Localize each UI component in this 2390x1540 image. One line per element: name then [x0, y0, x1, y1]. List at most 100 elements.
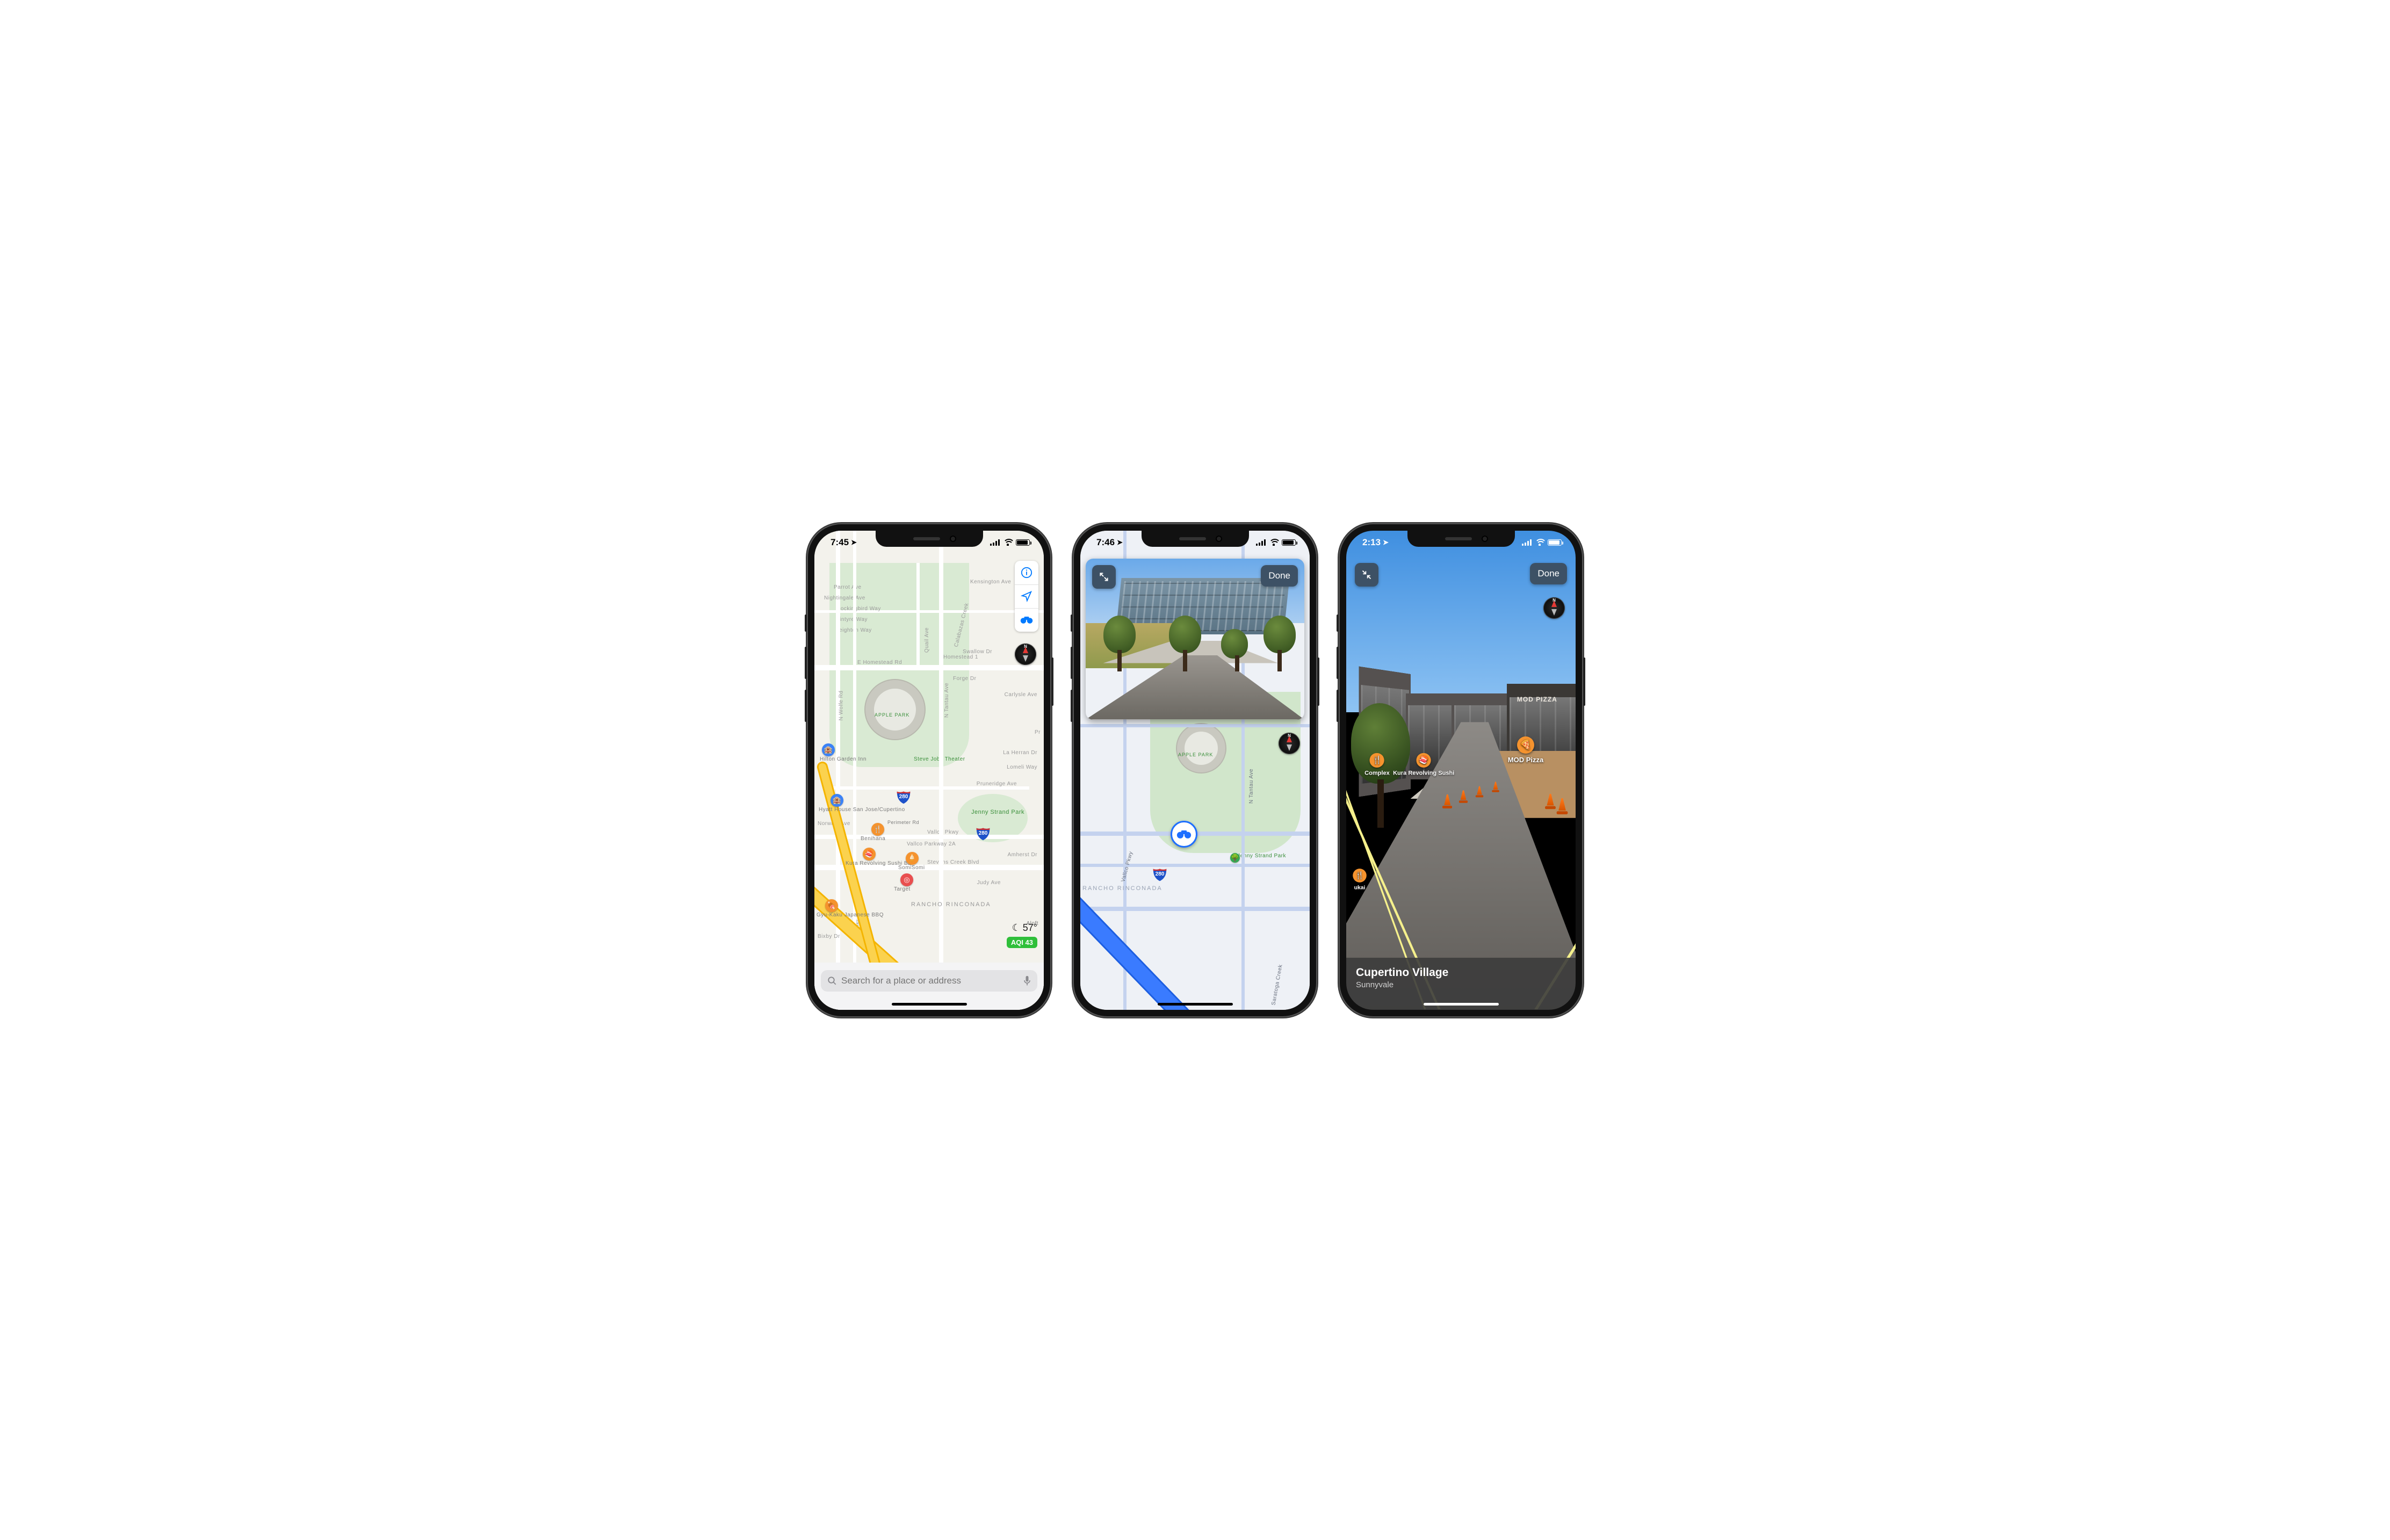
- location-services-icon: ➤: [1383, 538, 1389, 547]
- road-vallco: [814, 835, 1044, 839]
- poi-jenny-strand[interactable]: 🌳: [1230, 853, 1240, 863]
- screen-maps-browse: 7:45 ➤ APPLE PARK Steve Jobs Theater Per…: [814, 531, 1044, 1010]
- info-button[interactable]: [1015, 561, 1038, 584]
- cellular-icon: [1522, 539, 1532, 546]
- moon-icon: ☾: [1012, 922, 1021, 934]
- status-time: 7:45: [831, 537, 849, 548]
- battery-icon: [1282, 539, 1296, 546]
- poi-benihana[interactable]: 🍴: [871, 823, 884, 836]
- label-laherran: La Herran Dr: [1003, 750, 1037, 756]
- dictation-icon[interactable]: [1023, 975, 1031, 986]
- location-caption[interactable]: Cupertino Village Sunnyvale: [1346, 958, 1576, 1010]
- label-lomeli: Lomeli Way: [1007, 764, 1037, 770]
- label-tantau: N Tantau Ave: [1248, 768, 1254, 803]
- ar-poi-mod-pizza[interactable]: 🍕MOD Pizza: [1508, 736, 1543, 764]
- store-sign-mod: MOD PIZZA: [1517, 696, 1557, 703]
- battery-icon: [1016, 539, 1030, 546]
- label-saratoga: Saratoga Creek: [1270, 964, 1283, 1006]
- wifi-icon: [1003, 539, 1013, 546]
- phone-frame-2: 7:46 ➤ APPLE PARK 🌳 Jenny Strand Park N: [1073, 523, 1317, 1017]
- label-forge: Forge Dr: [953, 676, 976, 682]
- compass-button[interactable]: N: [1543, 597, 1565, 619]
- look-around-button[interactable]: [1015, 608, 1038, 632]
- ar-poi-ukai[interactable]: 🍴ukai: [1353, 869, 1367, 891]
- expand-button[interactable]: [1092, 565, 1116, 589]
- ar-poi-kura[interactable]: 🍣Kura Revolving Sushi: [1393, 753, 1454, 776]
- compass-button[interactable]: N: [1279, 733, 1300, 754]
- label-stevens: Stevens Creek Blvd: [927, 859, 979, 865]
- poi-hilton[interactable]: 🏨: [822, 743, 835, 756]
- label-district: RANCHO RINCONADA: [1082, 885, 1162, 892]
- label-parrot: Parrot Ave: [834, 584, 862, 590]
- label-homestead: E Homestead Rd: [857, 660, 902, 666]
- look-around-scene[interactable]: MOD PIZZA 🍴Complex 🍣Kura Revolving Sushi: [1346, 531, 1576, 1010]
- weather-widget[interactable]: ☾57° AQI 43: [1007, 922, 1037, 948]
- label-kintyre: Kintyre Way: [836, 617, 868, 623]
- cellular-icon: [990, 539, 1000, 546]
- home-indicator[interactable]: [1424, 1003, 1499, 1006]
- poi-target[interactable]: ◎: [900, 873, 913, 886]
- expand-icon: [1099, 572, 1109, 582]
- screen-look-around-full: 2:13 ➤ MOD PIZZA: [1346, 531, 1576, 1010]
- collapse-button[interactable]: [1355, 563, 1378, 587]
- poi-hyatt[interactable]: 🏨: [831, 794, 843, 807]
- aqi-badge[interactable]: AQI 43: [1007, 937, 1037, 948]
- label-pr: Pr: [1035, 729, 1041, 735]
- freeway-shield-1: 280: [899, 794, 908, 800]
- notch: [1407, 531, 1515, 547]
- screen-look-around-split: 7:46 ➤ APPLE PARK 🌳 Jenny Strand Park N: [1080, 531, 1310, 1010]
- look-around-marker[interactable]: [1171, 821, 1197, 848]
- road-homestead: [814, 665, 1044, 670]
- label-quail: Quail Ave: [924, 627, 930, 652]
- label-jenny-strand: Jenny Strand Park: [971, 809, 1024, 815]
- search-input[interactable]: [841, 975, 1019, 986]
- poi-gyu[interactable]: 🍖: [825, 899, 838, 912]
- wifi-icon: [1269, 539, 1279, 546]
- phone-frame-1: 7:45 ➤ APPLE PARK Steve Jobs Theater Per…: [807, 523, 1051, 1017]
- label-judy: Judy Ave: [977, 880, 1001, 886]
- location-services-icon: ➤: [851, 538, 857, 547]
- label-nightingale: Nightingale Ave: [824, 595, 865, 601]
- label-wolfe: N Wolfe Rd: [838, 690, 844, 720]
- road-tantau: [939, 531, 943, 1010]
- temperature: 57°: [1023, 922, 1037, 934]
- label-apple-park: APPLE PARK: [1178, 752, 1213, 757]
- cellular-icon: [1256, 539, 1266, 546]
- label-bixby: Bixby Dr: [818, 934, 840, 939]
- caption-title: Cupertino Village: [1356, 966, 1566, 979]
- status-time: 7:46: [1096, 537, 1115, 548]
- battery-icon: [1548, 539, 1562, 546]
- label-vallco2: Vallco Parkway 2A: [907, 841, 956, 847]
- apple-park-ring: [865, 680, 925, 739]
- label-tantau: N Tantau Ave: [944, 682, 950, 717]
- status-time: 2:13: [1362, 537, 1381, 548]
- home-indicator[interactable]: [1158, 1003, 1233, 1006]
- compass-button[interactable]: N: [1015, 644, 1036, 665]
- map-controls: [1015, 561, 1038, 632]
- notch: [876, 531, 983, 547]
- label-district: RANCHO RINCONADA: [911, 901, 991, 908]
- poi-somi[interactable]: 🍦: [906, 852, 919, 865]
- label-perimeter: Perimeter Rd: [887, 820, 919, 825]
- collapse-icon: [1361, 569, 1372, 580]
- label-apple-park: APPLE PARK: [875, 712, 909, 718]
- poi-kura[interactable]: 🍣: [863, 848, 876, 861]
- apple-park-ring: [1177, 724, 1225, 772]
- wifi-icon: [1535, 539, 1544, 546]
- done-button[interactable]: Done: [1261, 565, 1298, 587]
- freeway-shield: 280: [1156, 871, 1165, 877]
- home-indicator[interactable]: [892, 1003, 967, 1006]
- locate-button[interactable]: [1015, 584, 1038, 608]
- label-mockingbird: Mockingbird Way: [836, 606, 881, 612]
- done-button[interactable]: Done: [1530, 563, 1567, 584]
- ar-poi-complex[interactable]: 🍴Complex: [1364, 753, 1390, 776]
- caption-subtitle: Sunnyvale: [1356, 980, 1566, 989]
- label-carlysle: Carlysle Ave: [1005, 692, 1037, 698]
- search-icon: [827, 976, 837, 986]
- notch: [1142, 531, 1249, 547]
- search-field[interactable]: [821, 970, 1037, 992]
- location-services-icon: ➤: [1117, 538, 1123, 547]
- freeway-shield-2: 280: [979, 830, 988, 836]
- label-pruneridge: Pruneridge Ave: [977, 781, 1017, 787]
- phone-frame-3: 2:13 ➤ MOD PIZZA: [1339, 523, 1583, 1017]
